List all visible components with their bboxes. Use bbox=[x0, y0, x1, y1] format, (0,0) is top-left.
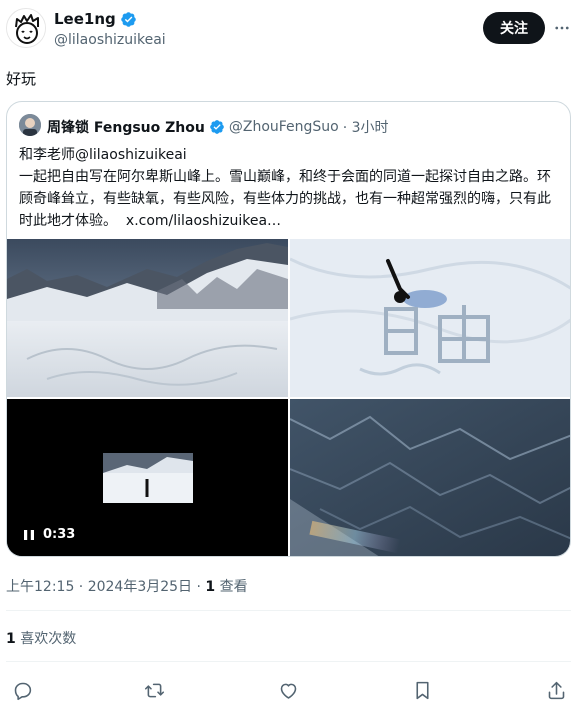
video-duration: 0:33 bbox=[43, 527, 76, 542]
media-grid: 0:33 bbox=[7, 239, 570, 556]
photo-rocky-mountain[interactable] bbox=[290, 399, 570, 556]
likes-label: 喜欢次数 bbox=[20, 631, 77, 647]
divider bbox=[6, 610, 571, 611]
verified-badge-icon bbox=[121, 11, 136, 27]
quote-text: 和李老师@lilaoshizuikeai 一起把自由写在阿尔卑斯山峰上。雪山巅峰… bbox=[19, 147, 551, 229]
likes-summary[interactable]: 1 喜欢次数 bbox=[6, 628, 76, 648]
tweet-meta: 上午12:15 · 2024年3月25日 · 1 查看 bbox=[6, 576, 248, 596]
share-icon[interactable] bbox=[544, 678, 568, 702]
quote-author-handle[interactable]: @ZhouFengSuo bbox=[229, 119, 339, 135]
verified-badge-icon bbox=[210, 120, 224, 134]
reply-icon[interactable] bbox=[10, 678, 34, 702]
quote-author-name[interactable]: 周锋锁 Fengsuo Zhou bbox=[47, 117, 205, 137]
video-controls[interactable]: 0:33 bbox=[23, 527, 75, 542]
author-avatar[interactable] bbox=[6, 8, 46, 48]
views-count: 1 bbox=[205, 579, 216, 595]
follow-button[interactable]: 关注 bbox=[483, 12, 545, 44]
video-player[interactable]: 0:33 bbox=[7, 399, 288, 556]
tweet-timestamp[interactable]: 上午12:15 · 2024年3月25日 · bbox=[6, 579, 201, 595]
author-name[interactable]: Lee1ng bbox=[54, 10, 137, 28]
likes-count: 1 bbox=[6, 631, 16, 647]
photo-aerial-snow-writing[interactable] bbox=[290, 239, 570, 397]
views-label: 查看 bbox=[219, 579, 248, 595]
quote-header: 周锋锁 Fengsuo Zhou @ZhouFengSuo · 3小时 bbox=[47, 117, 389, 137]
divider bbox=[6, 661, 571, 662]
quoted-tweet[interactable]: 周锋锁 Fengsuo Zhou @ZhouFengSuo · 3小时 和李老师… bbox=[6, 101, 571, 557]
quote-link[interactable]: x.com/lilaoshizuikea… bbox=[126, 213, 281, 229]
author-handle[interactable]: @lilaoshizuikeai bbox=[54, 32, 166, 48]
quote-author-avatar[interactable] bbox=[19, 114, 41, 136]
photo-mountain-snow[interactable] bbox=[7, 239, 288, 397]
bookmark-icon[interactable] bbox=[410, 678, 434, 702]
retweet-icon[interactable] bbox=[142, 678, 166, 702]
quote-time: · 3小时 bbox=[342, 120, 389, 136]
more-icon[interactable] bbox=[551, 17, 573, 39]
pause-icon[interactable] bbox=[23, 529, 35, 541]
quote-body: 和李老师@lilaoshizuikeai 一起把自由写在阿尔卑斯山峰上。雪山巅峰… bbox=[19, 144, 564, 232]
like-icon[interactable] bbox=[276, 678, 300, 702]
tweet-text: 好玩 bbox=[6, 70, 37, 88]
